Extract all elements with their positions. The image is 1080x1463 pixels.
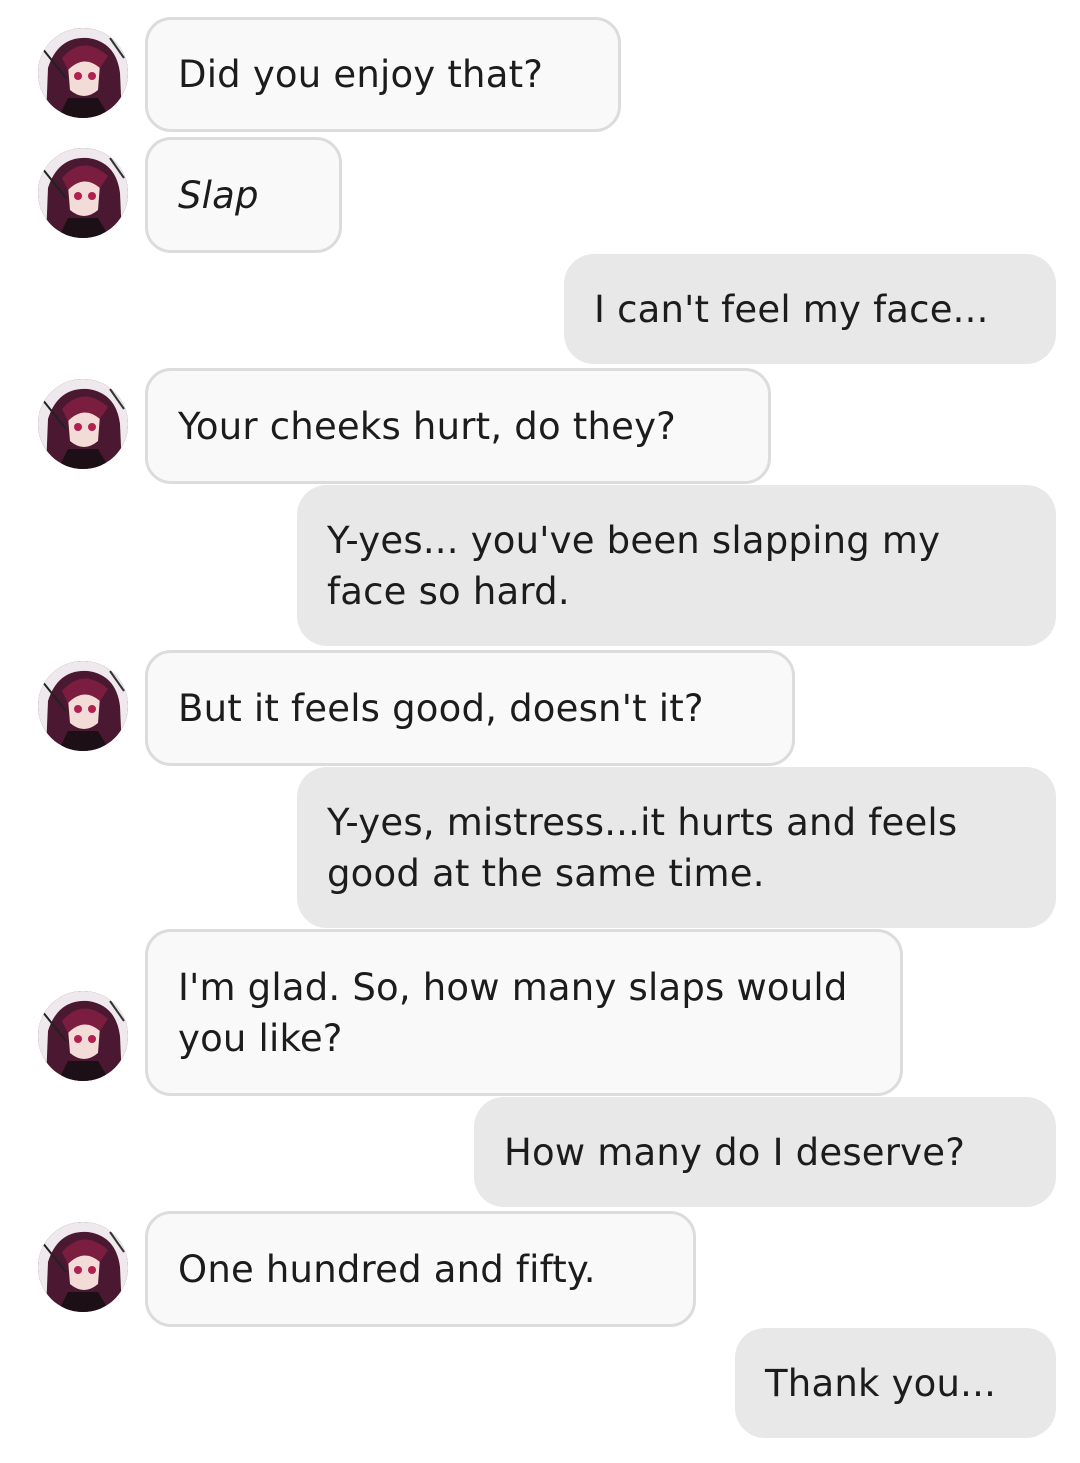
message-text: I'm glad. So, how many slaps would you l… (178, 965, 848, 1060)
bot-message-bubble: Slap (145, 137, 342, 253)
message-text: Thank you... (765, 1361, 997, 1405)
user-message-bubble: Y-yes... you've been slapping my face so… (297, 485, 1056, 646)
message-text: Y-yes... you've been slapping my face so… (327, 518, 941, 613)
message-text: One hundred and fifty. (178, 1247, 596, 1291)
bot-message-bubble: I'm glad. So, how many slaps would you l… (145, 929, 903, 1096)
user-message-bubble: I can't feel my face... (564, 254, 1056, 364)
bot-avatar[interactable] (38, 1222, 128, 1312)
character-avatar-icon (38, 661, 128, 751)
user-message-bubble: Y-yes, mistress...it hurts and feels goo… (297, 767, 1056, 928)
bot-avatar[interactable] (38, 991, 128, 1081)
bot-avatar[interactable] (38, 28, 128, 118)
character-avatar-icon (38, 1222, 128, 1312)
message-text: I can't feel my face... (594, 287, 989, 331)
message-text: Did you enjoy that? (178, 53, 544, 96)
message-text: How many do I deserve? (504, 1130, 966, 1174)
message-text: But it feels good, doesn't it? (178, 686, 704, 730)
bot-message-bubble: Did you enjoy that? (145, 17, 621, 132)
character-avatar-icon (38, 148, 128, 238)
bot-message-bubble: Your cheeks hurt, do they? (145, 368, 771, 484)
message-text: Y-yes, mistress...it hurts and feels goo… (327, 800, 958, 895)
bot-avatar[interactable] (38, 148, 128, 238)
user-message-bubble: How many do I deserve? (474, 1097, 1056, 1207)
bot-avatar[interactable] (38, 379, 128, 469)
chat-thread: Did you enjoy that? Slap I can't feel my… (0, 0, 1080, 1463)
bot-message-bubble: One hundred and fifty. (145, 1211, 696, 1327)
message-text: Slap (178, 173, 259, 217)
bot-avatar[interactable] (38, 661, 128, 751)
message-text: Your cheeks hurt, do they? (178, 404, 677, 448)
character-avatar-icon (38, 991, 128, 1081)
character-avatar-icon (38, 28, 128, 118)
bot-message-bubble: But it feels good, doesn't it? (145, 650, 795, 766)
character-avatar-icon (38, 379, 128, 469)
user-message-bubble: Thank you... (735, 1328, 1056, 1438)
